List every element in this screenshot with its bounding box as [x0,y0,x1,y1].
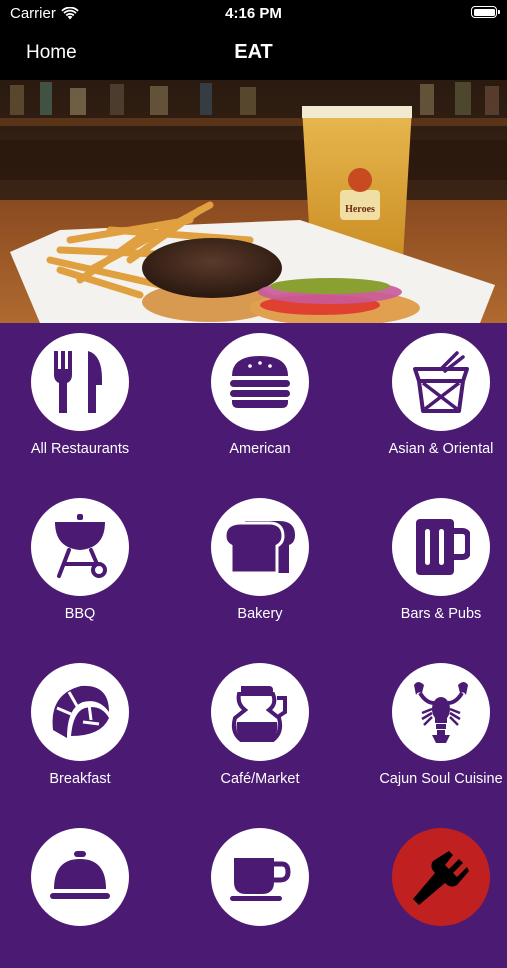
category-circle [392,498,490,596]
nav-bar: Home EAT [0,26,507,80]
category-label: Bakery [237,606,283,622]
category-circle [211,333,309,431]
category-circle [211,663,309,761]
category-label: Cajun Soul Cuisine [379,771,503,787]
clock: 4:16 PM [225,5,282,22]
takeout-box-icon [413,351,469,413]
category-label: Café/Market [220,771,300,787]
category-circle [392,333,490,431]
category-circle [211,828,309,926]
category-circle [31,498,129,596]
category-tile-11[interactable] [180,818,340,968]
category-circle [31,663,129,761]
cloche-icon [50,851,110,899]
category-tile-12[interactable] [361,818,507,968]
category-bbq[interactable]: BBQ [0,488,160,638]
category-circle [31,828,129,926]
status-bar: Carrier 4:16 PM [0,0,507,26]
category-breakfast[interactable]: Breakfast [0,653,160,803]
battery-icon [471,6,500,18]
category-label: BBQ [64,606,96,622]
category-asian-oriental[interactable]: Asian & Oriental [361,323,507,473]
burger-icon [230,356,290,408]
beer-mug-icon [416,519,470,575]
category-label: All Restaurants [30,441,130,457]
fork-knife-icon [54,351,102,413]
glass-logo-text: Heroes [345,204,375,215]
crawfish-icon [414,682,468,743]
hero-photo: Heroes [0,80,507,323]
category-all-restaurants[interactable]: All Restaurants [0,323,160,473]
category-bars-pubs[interactable]: Bars & Pubs [361,488,507,638]
coffee-cup-icon [230,858,291,901]
hero-image: Heroes [0,80,507,323]
category-label: Asian & Oriental [388,441,494,457]
fork-icon [413,851,469,905]
category-cafe-market[interactable]: Café/Market [180,653,340,803]
category-label: Bars & Pubs [400,606,482,622]
category-circle [392,828,490,926]
bread-icon [225,521,295,575]
category-american[interactable]: American [180,323,340,473]
coffee-pot-icon [231,686,287,742]
category-circle [392,663,490,761]
grill-icon [55,514,107,578]
category-bakery[interactable]: Bakery [180,488,340,638]
croissant-icon [52,685,109,738]
category-tile-10[interactable] [0,818,160,968]
category-grid: All Restaurants American Asian & Orienta… [0,323,507,926]
category-circle [211,498,309,596]
category-label: Breakfast [49,771,111,787]
back-button[interactable]: Home [26,42,77,64]
category-label: American [229,441,291,457]
category-cajun-soul-cuisine[interactable]: Cajun Soul Cuisine [361,653,507,803]
category-circle [31,333,129,431]
